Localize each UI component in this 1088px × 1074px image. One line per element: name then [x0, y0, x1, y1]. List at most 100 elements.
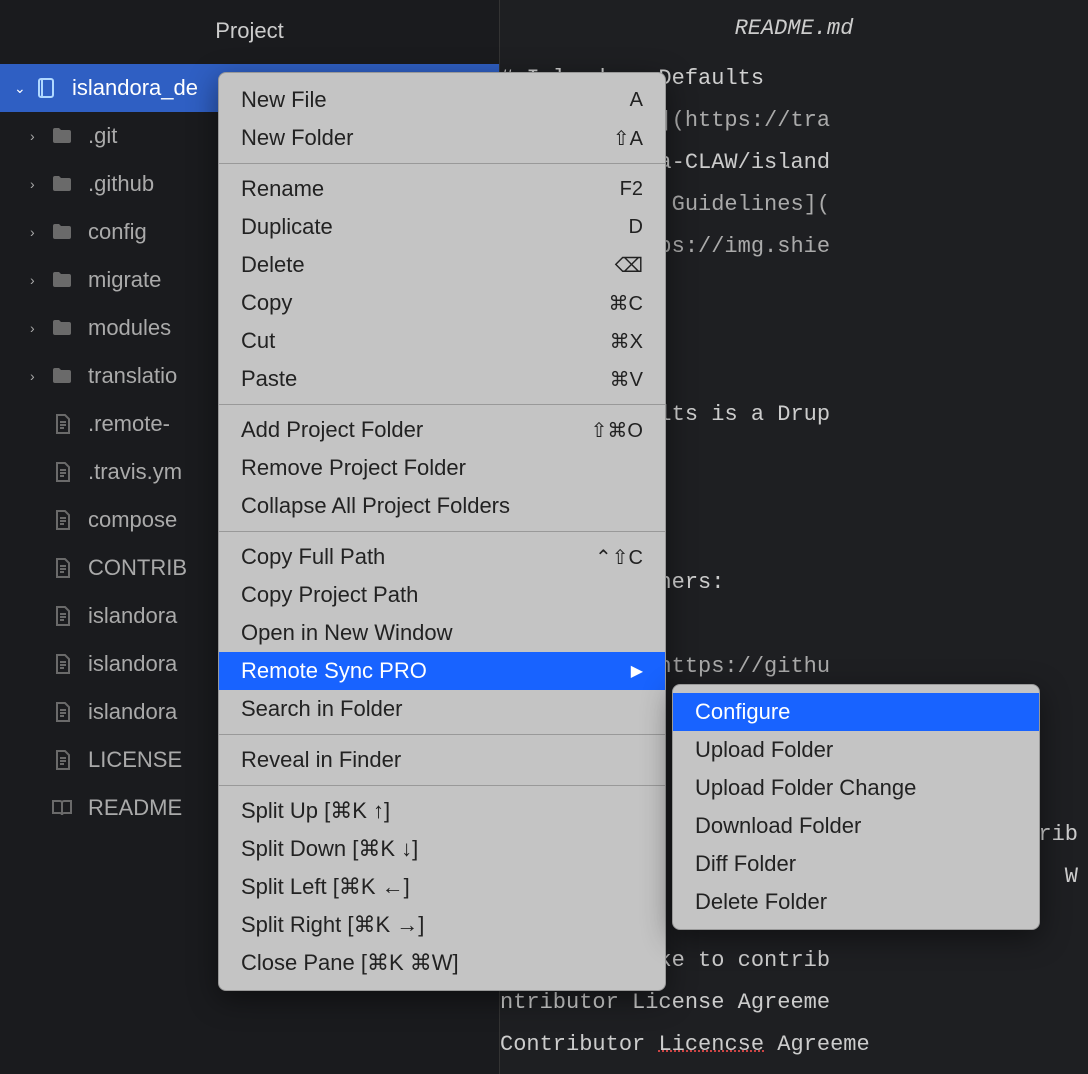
chevron-right-icon: › — [30, 368, 48, 384]
menu-item-label: Add Project Folder — [241, 417, 423, 443]
editor-tab[interactable]: README.md — [500, 0, 1088, 57]
menu-item-label: Diff Folder — [695, 851, 796, 877]
shortcut-label: A — [587, 89, 643, 112]
menu-divider — [219, 785, 665, 786]
menu-item-duplicate[interactable]: DuplicateD — [219, 208, 665, 246]
menu-item-copy-project-path[interactable]: Copy Project Path — [219, 576, 665, 614]
file-icon — [48, 604, 76, 628]
code-line: Contributor Licencse Agreeme — [500, 1023, 1078, 1065]
menu-item-add-project-folder[interactable]: Add Project Folder⇧⌘O — [219, 411, 665, 449]
tree-item-label: LICENSE — [88, 747, 182, 773]
menu-item-label: Copy Full Path — [241, 544, 385, 570]
menu-item-split-right-k[interactable]: Split Right [⌘K →] — [219, 906, 665, 944]
submenu-item-upload-folder-change[interactable]: Upload Folder Change — [673, 769, 1039, 807]
menu-item-label: Delete — [241, 252, 305, 278]
menu-item-new-folder[interactable]: New Folder ⇧A — [219, 119, 665, 157]
shortcut-label: ⇧A — [587, 126, 643, 151]
menu-item-label: Copy — [241, 290, 292, 316]
menu-item-paste[interactable]: Paste ⌘V — [219, 360, 665, 398]
sidebar-title: Project — [0, 0, 499, 62]
menu-item-label: Split Up [⌘K ↑] — [241, 798, 390, 824]
menu-item-cut[interactable]: Cut ⌘X — [219, 322, 665, 360]
tree-item-label: migrate — [88, 267, 161, 293]
menu-divider — [219, 734, 665, 735]
tree-item-label: islandora — [88, 603, 177, 629]
menu-item-remove-project-folder[interactable]: Remove Project Folder — [219, 449, 665, 487]
readme-icon — [48, 796, 76, 820]
menu-item-label: Paste — [241, 366, 297, 392]
chevron-right-icon: › — [30, 320, 48, 336]
menu-item-label: Split Right [⌘K →] — [241, 912, 424, 938]
tree-item-label: compose — [88, 507, 177, 533]
file-icon — [48, 460, 76, 484]
file-icon — [48, 700, 76, 724]
menu-item-copy-full-path[interactable]: Copy Full Path⌃⇧C — [219, 538, 665, 576]
menu-item-open-in-new-window[interactable]: Open in New Window — [219, 614, 665, 652]
menu-item-label: Remove Project Folder — [241, 455, 466, 481]
menu-item-split-left-k[interactable]: Split Left [⌘K ←] — [219, 868, 665, 906]
chevron-right-icon: › — [30, 272, 48, 288]
folder-icon — [48, 364, 76, 388]
shortcut-label: D — [587, 216, 643, 239]
file-icon — [48, 748, 76, 772]
tree-item-label: modules — [88, 315, 171, 341]
menu-item-label: New Folder — [241, 125, 353, 151]
menu-item-label: Collapse All Project Folders — [241, 493, 510, 519]
menu-item-label: New File — [241, 87, 327, 113]
menu-item-copy[interactable]: Copy ⌘C — [219, 284, 665, 322]
shortcut-label: ⌫ — [587, 253, 643, 278]
submenu-arrow-icon: ▶ — [631, 661, 643, 681]
submenu-item-delete-folder[interactable]: Delete Folder — [673, 883, 1039, 921]
menu-item-collapse-all-project-folders[interactable]: Collapse All Project Folders — [219, 487, 665, 525]
tree-item-label: .remote- — [88, 411, 170, 437]
submenu-item-upload-folder[interactable]: Upload Folder — [673, 731, 1039, 769]
menu-item-label: Upload Folder — [695, 737, 833, 763]
tree-item-label: translatio — [88, 363, 177, 389]
tree-item-label: CONTRIB — [88, 555, 187, 581]
folder-icon — [48, 124, 76, 148]
submenu-item-diff-folder[interactable]: Diff Folder — [673, 845, 1039, 883]
menu-divider — [219, 531, 665, 532]
menu-item-label: Search in Folder — [241, 696, 402, 722]
menu-item-label: Split Down [⌘K ↓] — [241, 836, 418, 862]
file-icon — [48, 556, 76, 580]
tree-item-label: .travis.ym — [88, 459, 182, 485]
folder-icon — [48, 220, 76, 244]
menu-item-label: Copy Project Path — [241, 582, 418, 608]
menu-item-new-file[interactable]: New File A — [219, 81, 665, 119]
folder-icon — [48, 316, 76, 340]
file-icon — [48, 412, 76, 436]
menu-item-label: Configure — [695, 699, 790, 725]
menu-item-search-in-folder[interactable]: Search in Folder — [219, 690, 665, 728]
menu-item-delete[interactable]: Delete ⌫ — [219, 246, 665, 284]
menu-item-close-pane-k-w[interactable]: Close Pane [⌘K ⌘W] — [219, 944, 665, 982]
menu-item-rename[interactable]: RenameF2 — [219, 170, 665, 208]
menu-item-label: Remote Sync PRO — [241, 658, 427, 684]
menu-item-split-up-k[interactable]: Split Up [⌘K ↑] — [219, 792, 665, 830]
shortcut-label: F2 — [587, 178, 643, 201]
file-icon — [48, 508, 76, 532]
tree-item-label: .git — [88, 123, 117, 149]
submenu-item-configure[interactable]: Configure — [673, 693, 1039, 731]
tree-item-label: islandora_de — [72, 75, 198, 101]
shortcut-label: ⌘V — [587, 367, 643, 392]
menu-item-label: Cut — [241, 328, 275, 354]
file-icon — [48, 652, 76, 676]
chevron-down-icon: ⌄ — [14, 80, 32, 97]
folder-icon — [48, 268, 76, 292]
menu-item-label: Upload Folder Change — [695, 775, 916, 801]
tree-item-label: README — [88, 795, 182, 821]
context-menu: New FileANew Folder⇧ARenameF2DuplicateDD… — [218, 72, 666, 991]
submenu-item-download-folder[interactable]: Download Folder — [673, 807, 1039, 845]
menu-item-label: Split Left [⌘K ←] — [241, 874, 410, 900]
chevron-right-icon: › — [30, 224, 48, 240]
menu-item-split-down-k[interactable]: Split Down [⌘K ↓] — [219, 830, 665, 868]
shortcut-label: ⌘X — [587, 329, 643, 354]
menu-item-label: Delete Folder — [695, 889, 827, 915]
menu-divider — [219, 163, 665, 164]
tree-item-label: islandora — [88, 699, 177, 725]
menu-item-label: Download Folder — [695, 813, 861, 839]
shortcut-label: ⌘C — [587, 291, 643, 316]
menu-item-remote-sync-pro[interactable]: Remote Sync PRO ▶ — [219, 652, 665, 690]
menu-item-reveal-in-finder[interactable]: Reveal in Finder — [219, 741, 665, 779]
